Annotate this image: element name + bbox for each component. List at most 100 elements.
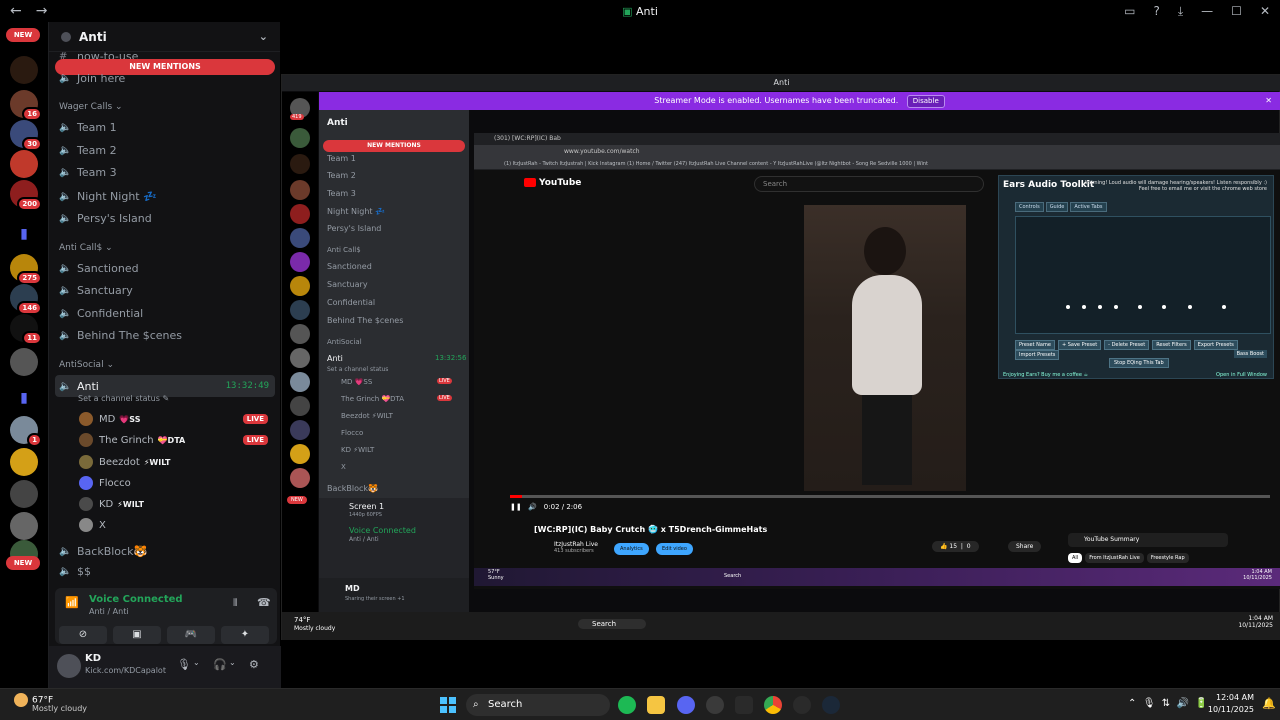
- server-icon: [290, 204, 310, 224]
- youtube-search: Search: [754, 176, 984, 192]
- speaker-icon: 🔈: [59, 144, 72, 156]
- system-tray[interactable]: ⌃ 🎙 ⇅ 🔊 🔋: [1128, 698, 1208, 709]
- server-icon: [290, 180, 310, 200]
- voice-channel-persys-island[interactable]: 🔈 Persy's Island: [55, 208, 275, 228]
- video-person: [852, 275, 922, 395]
- speaker-icon: 🔈: [59, 380, 72, 392]
- server-icon[interactable]: [10, 480, 38, 508]
- voice-member[interactable]: Flocco: [79, 474, 131, 492]
- server-icon[interactable]: 1: [10, 416, 42, 447]
- server-icon[interactable]: 146: [10, 284, 42, 315]
- channel-status[interactable]: Set a channel status ✎: [78, 394, 169, 403]
- speaker-icon: 🔈: [59, 212, 72, 224]
- download-icon[interactable]: ⤓: [1178, 4, 1183, 19]
- gear-icon[interactable]: ⚙: [249, 658, 259, 671]
- server-icon: [290, 444, 310, 464]
- server-icon[interactable]: 11: [10, 314, 42, 345]
- close-icon[interactable]: ✕: [1265, 92, 1272, 110]
- microphone-icon[interactable]: 🎙: [177, 658, 191, 671]
- server-icon[interactable]: [10, 512, 38, 540]
- category-header[interactable]: Wager Calls ⌄: [59, 102, 123, 112]
- voice-channel-sanctuary[interactable]: 🔈 Sanctuary: [55, 280, 275, 300]
- activities-button[interactable]: 🎮: [167, 626, 215, 644]
- start-button[interactable]: [440, 697, 456, 713]
- voice-channel-team-3[interactable]: 🔈 Team 3: [55, 162, 275, 182]
- folder-icon[interactable]: ▮: [10, 384, 38, 412]
- channel-item[interactable]: 🔈 Join here: [55, 68, 275, 88]
- voice-member[interactable]: X: [79, 516, 106, 534]
- server-icon[interactable]: 16: [10, 90, 42, 121]
- discord-icon[interactable]: [677, 696, 695, 714]
- server-icon[interactable]: 275: [10, 254, 42, 285]
- avatar[interactable]: [57, 654, 81, 678]
- noise-suppression-icon[interactable]: ⦀: [233, 598, 237, 609]
- voice-channel-night-night[interactable]: 🔈 Night Night 💤: [55, 186, 275, 206]
- voice-channel-confidential[interactable]: 🔈 Confidential: [55, 303, 275, 323]
- video-progress: [510, 495, 1270, 498]
- voice-member[interactable]: The Grinch 💝DTA: [79, 431, 185, 449]
- taskbar-clock[interactable]: 12:04 AM 10/11/2025: [1206, 692, 1254, 716]
- voice-member[interactable]: MD 💗SS: [79, 410, 140, 428]
- camera-off-button[interactable]: ⊘: [59, 626, 107, 644]
- maximize-button[interactable]: ☐: [1231, 4, 1242, 18]
- new-unreads-pill[interactable]: NEW: [6, 28, 40, 42]
- chrome-icon[interactable]: [764, 696, 782, 714]
- voice-channel-backblock[interactable]: 🔈 BackBlock🐯: [55, 541, 275, 561]
- voice-channel-sanctioned[interactable]: 🔈 Sanctioned: [55, 258, 275, 278]
- speaker-icon: 🔈: [59, 166, 72, 178]
- help-icon[interactable]: ?: [1153, 4, 1159, 18]
- shared-window-title: Anti: [282, 75, 1280, 91]
- voice-channel-money[interactable]: 🔈 $$: [55, 564, 275, 578]
- server-icon: [290, 420, 310, 440]
- guild-icon: [61, 31, 71, 42]
- taskbar-search[interactable]: ⌕ Search: [466, 694, 610, 716]
- screen-share-button[interactable]: ▣: [113, 626, 161, 644]
- disable-streamer-mode-button[interactable]: Disable: [906, 95, 945, 108]
- server-icon[interactable]: 200: [10, 180, 42, 211]
- epic-games-icon[interactable]: [735, 696, 753, 714]
- soundboard-button[interactable]: ✦: [221, 626, 269, 644]
- chevron-down-icon[interactable]: ⌄: [193, 658, 200, 667]
- voice-member[interactable]: KD ⚡WILT: [79, 495, 144, 513]
- server-icon[interactable]: [10, 150, 38, 178]
- disconnect-icon[interactable]: ☎: [257, 596, 271, 609]
- speaker-icon: 🔈: [59, 284, 72, 296]
- server-icon[interactable]: [10, 348, 38, 376]
- voice-channel-team-1[interactable]: 🔈 Team 1: [55, 117, 275, 137]
- server-icon: [290, 228, 310, 248]
- speaker-icon: 🔈: [59, 307, 72, 319]
- spotify-icon[interactable]: [618, 696, 636, 714]
- server-icon[interactable]: [10, 56, 38, 84]
- headphones-icon[interactable]: 🎧: [213, 658, 227, 671]
- minimize-button[interactable]: —: [1201, 4, 1213, 18]
- shared-inner-taskbar: 57°F Sunny Search 1:04 AM 10/11/2025: [474, 568, 1280, 586]
- avatar: [79, 455, 93, 469]
- server-icon: [290, 372, 310, 392]
- inbox-icon[interactable]: ▭: [1124, 4, 1135, 18]
- live-badge: LIVE: [242, 435, 268, 445]
- app-icon[interactable]: [793, 696, 811, 714]
- voice-channel-team-2[interactable]: 🔈 Team 2: [55, 140, 275, 160]
- app-icon[interactable]: [706, 696, 724, 714]
- screen-share-view[interactable]: Anti Streamer Mode is enabled. Usernames…: [281, 74, 1280, 640]
- close-button[interactable]: ✕: [1260, 4, 1270, 18]
- server-icon[interactable]: 30: [10, 120, 42, 151]
- windows-taskbar: 67°F Mostly cloudy ⌕ Search ⌃ 🎙 ⇅ 🔊 🔋 12…: [0, 688, 1280, 720]
- avatar: [79, 476, 93, 490]
- voice-member[interactable]: Beezdot ⚡WILT: [79, 453, 170, 471]
- folder-icon[interactable]: ▮: [10, 220, 38, 248]
- new-unreads-pill[interactable]: NEW: [6, 556, 40, 570]
- signal-icon[interactable]: 📶: [65, 596, 79, 609]
- server-icon: [290, 252, 310, 272]
- category-header[interactable]: Anti Call$ ⌄: [59, 243, 113, 253]
- category-header[interactable]: AntiSocial ⌄: [59, 360, 114, 370]
- voice-channel-behind-the-scenes[interactable]: 🔈 Behind The $cenes: [55, 325, 275, 345]
- notification-icon[interactable]: 🔔: [1262, 697, 1276, 710]
- server-icon: [290, 324, 310, 344]
- chevron-down-icon[interactable]: ⌄: [229, 658, 236, 667]
- server-icon[interactable]: [10, 448, 38, 476]
- weather-widget[interactable]: 67°F Mostly cloudy: [14, 693, 87, 713]
- file-explorer-icon[interactable]: [647, 696, 665, 714]
- steam-icon[interactable]: [822, 696, 840, 714]
- user-panel: KD Kick.com/KDCapalot 🎙 ⌄ 🎧 ⌄ ⚙: [49, 646, 281, 688]
